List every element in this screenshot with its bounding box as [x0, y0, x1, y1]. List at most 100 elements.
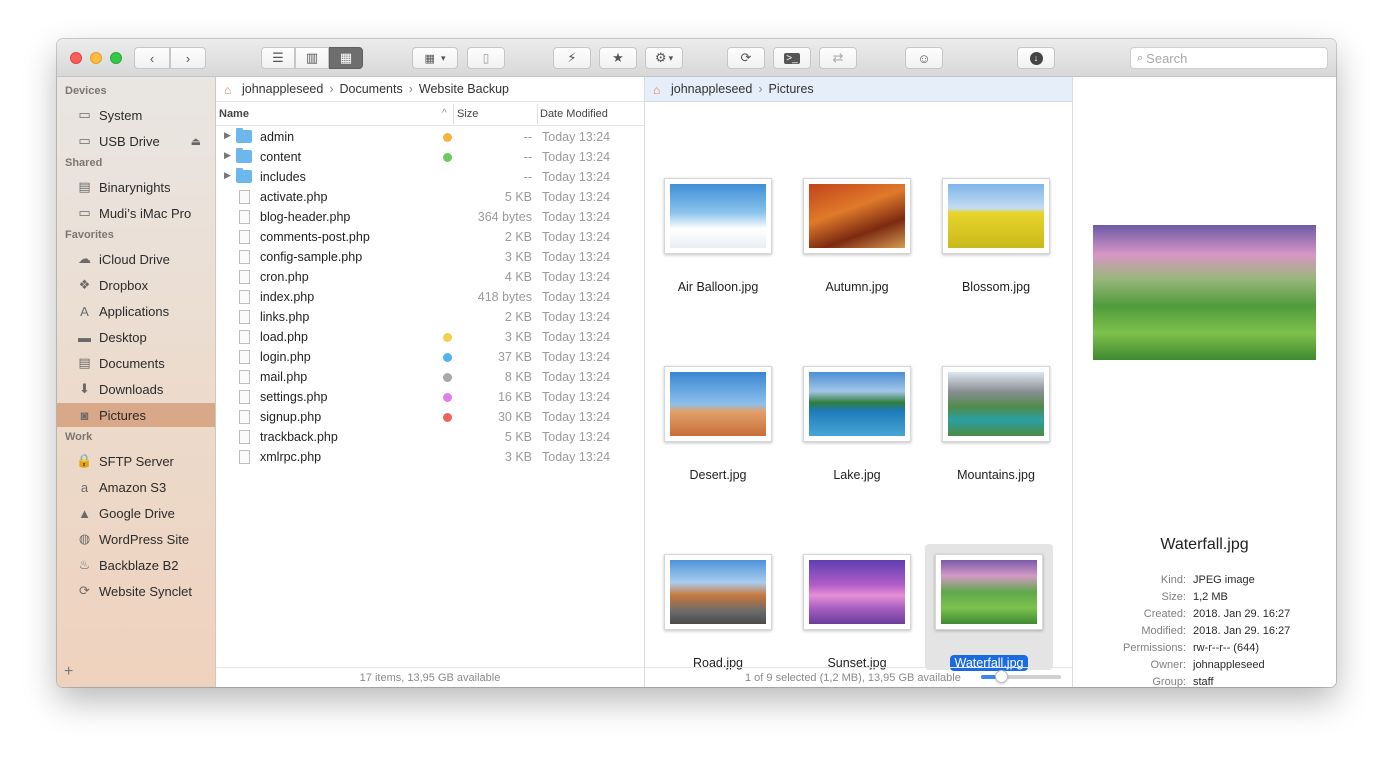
image-tile[interactable]: Autumn.jpg — [786, 168, 914, 294]
breadcrumb-item[interactable]: Documents — [340, 82, 403, 96]
file-size: 4 KB — [504, 270, 532, 284]
file-date: Today 13:24 — [542, 410, 611, 424]
file-row[interactable]: links.php 2 KB Today 13:24 — [216, 307, 644, 327]
sidebar-item-label: USB Drive — [99, 133, 160, 149]
sidebar-item-amazon-s3[interactable]: a Amazon S3 — [57, 475, 215, 499]
sidebar-item-desktop[interactable]: ▬ Desktop — [57, 325, 215, 349]
file-name: xmlrpc.php — [260, 450, 322, 464]
favorite-button[interactable]: ★ — [599, 47, 637, 69]
image-tile[interactable]: Air Balloon.jpg — [647, 168, 775, 294]
image-tile[interactable]: Waterfall.jpg — [925, 544, 1053, 671]
forward-button[interactable]: › — [170, 47, 206, 69]
sidebar-item-binarynights[interactable]: ▤ Binarynights — [57, 175, 215, 199]
file-row[interactable]: cron.php 4 KB Today 13:24 — [216, 267, 644, 287]
file-size: 5 KB — [504, 190, 532, 204]
icon-view-button[interactable]: ▦ — [329, 47, 363, 69]
sidebar-item-mudi-s-imac-pro[interactable]: ▭ Mudi’s iMac Pro — [57, 201, 215, 225]
back-button[interactable]: ‹ — [134, 47, 170, 69]
file-row[interactable]: mail.php 8 KB Today 13:24 — [216, 367, 644, 387]
name-column-header[interactable]: Name — [219, 108, 249, 120]
download-button[interactable]: ↓ — [1017, 47, 1055, 69]
disclosure-triangle-icon[interactable]: ▶ — [224, 130, 231, 141]
smiley-icon: ☺ — [917, 50, 931, 66]
file-browser-pane: ⌂ johnappleseed › Documents › Website Backup … — [216, 77, 645, 687]
zoom-slider[interactable] — [981, 670, 1061, 683]
breadcrumb-item[interactable]: Pictures — [769, 82, 814, 96]
breadcrumb-item[interactable]: johnappleseed — [671, 82, 752, 96]
file-row[interactable]: comments-post.php 2 KB Today 13:24 — [216, 227, 644, 247]
sidebar-item-backblaze-b2[interactable]: ♨ Backblaze B2 — [57, 553, 215, 577]
file-row[interactable]: settings.php 16 KB Today 13:24 — [216, 387, 644, 407]
file-row[interactable]: login.php 37 KB Today 13:24 — [216, 347, 644, 367]
column-view-button[interactable]: ▥ — [295, 47, 329, 69]
date-column-header[interactable]: Date Modified — [540, 108, 608, 120]
file-date: Today 13:24 — [542, 210, 611, 224]
file-row[interactable]: ▶ includes -- Today 13:24 — [216, 167, 644, 187]
sidebar-item-google-drive[interactable]: ▲ Google Drive — [57, 501, 215, 525]
list-view-button[interactable]: ☰ — [261, 47, 295, 69]
info-value: johnappleseed — [1193, 659, 1265, 671]
sidebar-item-dropbox[interactable]: ❖ Dropbox — [57, 273, 215, 297]
search-input[interactable] — [1146, 50, 1307, 66]
sidebar-item-applications[interactable]: A Applications — [57, 299, 215, 323]
image-tile[interactable]: Road.jpg — [647, 544, 775, 670]
file-name: login.php — [260, 350, 311, 364]
image-tile[interactable]: Desert.jpg — [647, 356, 775, 482]
file-row[interactable]: config-sample.php 3 KB Today 13:24 — [216, 247, 644, 267]
file-row[interactable]: blog-header.php 364 bytes Today 13:24 — [216, 207, 644, 227]
arrange-dropdown[interactable]: ▦ ▾ — [412, 47, 458, 69]
sidebar-item-system[interactable]: ▭ System — [57, 103, 215, 127]
image-thumbnail — [942, 178, 1050, 254]
sidebar-item-usb-drive[interactable]: ▭ USB Drive ⏏ — [57, 129, 215, 153]
grid-icon: ▦ — [424, 52, 435, 65]
disclosure-triangle-icon[interactable]: ▶ — [224, 150, 231, 161]
sidebar-item-sftp-server[interactable]: 🔒 SFTP Server — [57, 449, 215, 473]
image-name: Air Balloon.jpg — [677, 280, 759, 294]
download-icon: ↓ — [1029, 51, 1043, 65]
sidebar-item-pictures[interactable]: ◙ Pictures — [57, 403, 215, 427]
file-row[interactable]: load.php 3 KB Today 13:24 — [216, 327, 644, 347]
quick-action-button[interactable]: ⚡ — [553, 47, 591, 69]
document-icon — [239, 350, 250, 364]
search-field[interactable]: ⌕ — [1130, 47, 1328, 69]
file-row[interactable]: ▶ content -- Today 13:24 — [216, 147, 644, 167]
zoom-slider-knob[interactable] — [995, 670, 1008, 683]
eject-icon[interactable]: ⏏ — [191, 135, 201, 148]
sidebar-item-wordpress-site[interactable]: ◍ WordPress Site — [57, 527, 215, 551]
image-tile[interactable]: Lake.jpg — [786, 356, 914, 482]
info-key: Created: — [1143, 608, 1186, 620]
image-tile[interactable]: Sunset.jpg — [786, 544, 914, 670]
file-row[interactable]: index.php 418 bytes Today 13:24 — [216, 287, 644, 307]
image-tile[interactable]: Blossom.jpg — [925, 168, 1053, 294]
compare-button[interactable]: ⇄ — [819, 47, 857, 69]
sidebar-item-website-synclet[interactable]: ⟳ Website Synclet — [57, 579, 215, 603]
sidebar-item-icloud-drive[interactable]: ☁ iCloud Drive — [57, 247, 215, 271]
size-column-header[interactable]: Size — [457, 108, 478, 120]
file-row[interactable]: signup.php 30 KB Today 13:24 — [216, 407, 644, 427]
info-key: Group: — [1152, 676, 1186, 687]
file-row[interactable]: xmlrpc.php 3 KB Today 13:24 — [216, 447, 644, 467]
file-date: Today 13:24 — [542, 170, 611, 184]
file-row[interactable]: activate.php 5 KB Today 13:24 — [216, 187, 644, 207]
add-location-button[interactable]: + — [64, 663, 73, 681]
file-row[interactable]: trackback.php 5 KB Today 13:24 — [216, 427, 644, 447]
emoji-button[interactable]: ☺ — [905, 47, 943, 69]
minimize-window-button[interactable] — [90, 52, 102, 64]
zoom-window-button[interactable] — [110, 52, 122, 64]
sync-button[interactable]: ⟳ — [727, 47, 765, 69]
file-row[interactable]: ▶ admin -- Today 13:24 — [216, 127, 644, 147]
sidebar-item-downloads[interactable]: ⬇ Downloads — [57, 377, 215, 401]
actions-dropdown[interactable]: ⚙ ▾ — [645, 47, 683, 69]
breadcrumb-item[interactable]: Website Backup — [419, 82, 509, 96]
image-browser-pane: ⌂ johnappleseed › Pictures Air Balloon.jpg A… — [645, 77, 1073, 687]
sidebar-item-documents[interactable]: ▤ Documents — [57, 351, 215, 375]
disclosure-triangle-icon[interactable]: ▶ — [224, 170, 231, 181]
preview-info-row: Modified: 2018. Jan 29. 16:27 — [1073, 625, 1336, 642]
thumbnail-picture — [809, 560, 905, 624]
new-file-button[interactable]: ▯ — [467, 47, 505, 69]
file-name: signup.php — [260, 410, 322, 424]
terminal-button[interactable]: >_ — [773, 47, 811, 69]
breadcrumb-item[interactable]: johnappleseed — [242, 82, 323, 96]
image-tile[interactable]: Mountains.jpg — [925, 356, 1053, 482]
close-window-button[interactable] — [70, 52, 82, 64]
